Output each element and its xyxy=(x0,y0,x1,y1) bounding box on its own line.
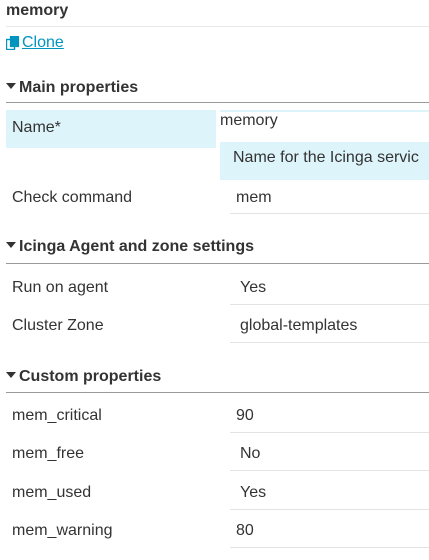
row-divider xyxy=(230,547,429,548)
mem-warning-label: mem_warning xyxy=(12,522,113,539)
clone-icon xyxy=(6,36,20,50)
section-divider xyxy=(6,102,429,103)
section-agent-zone[interactable]: Icinga Agent and zone settings xyxy=(6,238,429,256)
section-divider xyxy=(6,263,429,264)
mem-free-value[interactable]: No xyxy=(240,445,260,463)
clone-label: Clone xyxy=(22,34,64,51)
cluster-zone-label: Cluster Zone xyxy=(12,317,104,334)
cluster-zone-value[interactable]: global-templates xyxy=(240,317,357,335)
row-divider xyxy=(230,342,429,343)
section-title: Custom properties xyxy=(19,368,162,385)
run-on-agent-value[interactable]: Yes xyxy=(240,279,266,297)
row-divider xyxy=(230,304,429,305)
row-divider xyxy=(230,213,429,214)
mem-critical-value[interactable]: 90 xyxy=(236,407,254,425)
row-divider xyxy=(230,432,429,433)
caret-down-icon xyxy=(6,371,16,378)
section-custom-properties[interactable]: Custom properties xyxy=(6,368,429,386)
section-divider xyxy=(6,392,429,393)
name-value: memory xyxy=(220,112,278,129)
name-label: Name* xyxy=(12,119,61,136)
name-input[interactable]: memory xyxy=(220,112,429,142)
mem-free-label: mem_free xyxy=(12,445,85,462)
section-title: Icinga Agent and zone settings xyxy=(19,238,254,255)
section-main-properties[interactable]: Main properties xyxy=(6,79,429,97)
mem-used-label: mem_used xyxy=(12,484,92,501)
name-hint: Name for the Icinga servic xyxy=(233,149,419,166)
mem-critical-label: mem_critical xyxy=(12,407,102,424)
title-divider xyxy=(6,26,429,27)
caret-down-icon xyxy=(6,82,16,89)
run-on-agent-label: Run on agent xyxy=(12,279,109,296)
check-command-label: Check command xyxy=(12,189,133,206)
clone-link[interactable]: Clone xyxy=(6,34,64,52)
mem-warning-value[interactable]: 80 xyxy=(236,522,254,540)
page-title: memory xyxy=(6,2,69,19)
caret-down-icon xyxy=(6,241,16,248)
section-title: Main properties xyxy=(19,79,139,96)
row-divider xyxy=(230,470,429,471)
check-command-value[interactable]: mem xyxy=(236,189,272,207)
mem-used-value[interactable]: Yes xyxy=(240,484,266,502)
row-divider xyxy=(230,509,429,510)
